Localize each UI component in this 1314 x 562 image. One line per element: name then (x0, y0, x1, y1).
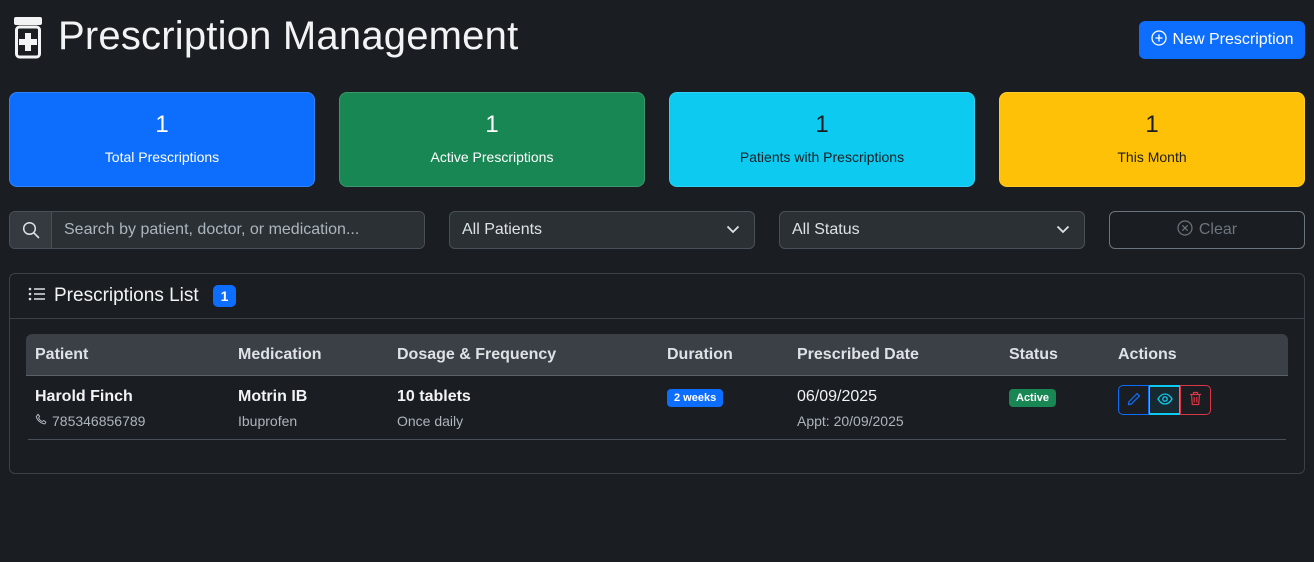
stat-card-total: 1 Total Prescriptions (9, 92, 315, 187)
page-title: Prescription Management (58, 14, 519, 58)
stat-card-patients: 1 Patients with Prescriptions (669, 92, 975, 187)
patient-filter-value: All Patients (462, 221, 543, 238)
stat-label: This Month (1117, 148, 1187, 165)
prescribed-date-cell: 06/09/2025 Appt: 20/09/2025 (797, 388, 904, 429)
search-group (9, 211, 425, 249)
status-filter-value: All Status (792, 221, 860, 238)
stat-label: Active Prescriptions (430, 148, 554, 165)
patient-name: Harold Finch (35, 388, 133, 405)
list-title: Prescriptions List (54, 285, 199, 306)
list-header: Prescriptions List 1 (10, 274, 1304, 319)
duration-cell: 2 weeks (667, 388, 724, 407)
medication-generic: Ibuprofen (238, 413, 298, 429)
dosage-cell: 10 tablets Once daily (397, 388, 471, 429)
chevron-down-icon (1056, 221, 1070, 239)
duration-badge: 2 weeks (667, 389, 724, 407)
list-icon (28, 286, 46, 307)
column-header: Status (1009, 346, 1058, 363)
clear-label: Clear (1198, 221, 1238, 238)
table-row: Harold Finch 785346856789 Motrin IB Ibup… (28, 376, 1286, 440)
prescriptions-table: Patient Medication Dosage & Frequency Du… (26, 334, 1288, 440)
stat-value: 1 (1145, 110, 1159, 138)
stat-value: 1 (485, 110, 499, 138)
row-actions (1118, 385, 1211, 415)
plus-circle-icon (1150, 29, 1167, 51)
prescribed-date: 06/09/2025 (797, 388, 878, 405)
medication-name: Motrin IB (238, 388, 308, 405)
prescriptions-list-card: Prescriptions List 1 Patient Medication … (9, 273, 1305, 474)
column-header: Dosage & Frequency (397, 346, 557, 363)
view-button[interactable] (1149, 385, 1180, 415)
trash-icon (1189, 391, 1202, 409)
chevron-down-icon (726, 221, 740, 239)
stat-value: 1 (815, 110, 829, 138)
status-filter-select[interactable]: All Status (779, 211, 1085, 249)
stat-card-active: 1 Active Prescriptions (339, 92, 645, 187)
count-badge: 1 (212, 285, 237, 307)
search-input[interactable] (52, 212, 424, 248)
dosage: 10 tablets (397, 388, 471, 405)
stat-label: Patients with Prescriptions (739, 148, 905, 165)
status-cell: Active (1009, 388, 1057, 407)
column-header: Actions (1118, 346, 1177, 363)
clear-filters-button[interactable]: Clear (1109, 211, 1305, 249)
search-icon (10, 212, 52, 248)
table-header: Patient Medication Dosage & Frequency Du… (26, 334, 1288, 376)
stat-card-this-month: 1 This Month (999, 92, 1305, 187)
medication-cell: Motrin IB Ibuprofen (238, 388, 307, 429)
eye-icon (1156, 392, 1173, 408)
column-header: Medication (238, 346, 322, 363)
column-header: Duration (667, 346, 733, 363)
column-header: Prescribed Date (797, 346, 919, 363)
patient-filter-select[interactable]: All Patients (449, 211, 755, 249)
pencil-icon (1127, 392, 1141, 409)
new-prescription-button[interactable]: New Prescription (1139, 21, 1305, 59)
frequency: Once daily (397, 413, 464, 429)
patient-phone-line: 785346856789 (35, 413, 145, 429)
appointment-date: Appt: 20/09/2025 (797, 413, 904, 429)
x-circle-icon (1177, 219, 1193, 241)
phone-icon (35, 413, 48, 429)
delete-button[interactable] (1180, 385, 1211, 415)
status-badge: Active (1009, 389, 1057, 407)
patient-phone: 785346856789 (52, 413, 146, 429)
patient-cell: Harold Finch 785346856789 (35, 388, 145, 429)
new-prescription-label: New Prescription (1172, 31, 1294, 48)
edit-button[interactable] (1118, 385, 1149, 415)
prescription-bottle-icon (12, 15, 44, 59)
column-header: Patient (35, 346, 89, 363)
stat-label: Total Prescriptions (104, 148, 220, 165)
page-header: Prescription Management (12, 14, 518, 59)
stat-value: 1 (155, 110, 169, 138)
